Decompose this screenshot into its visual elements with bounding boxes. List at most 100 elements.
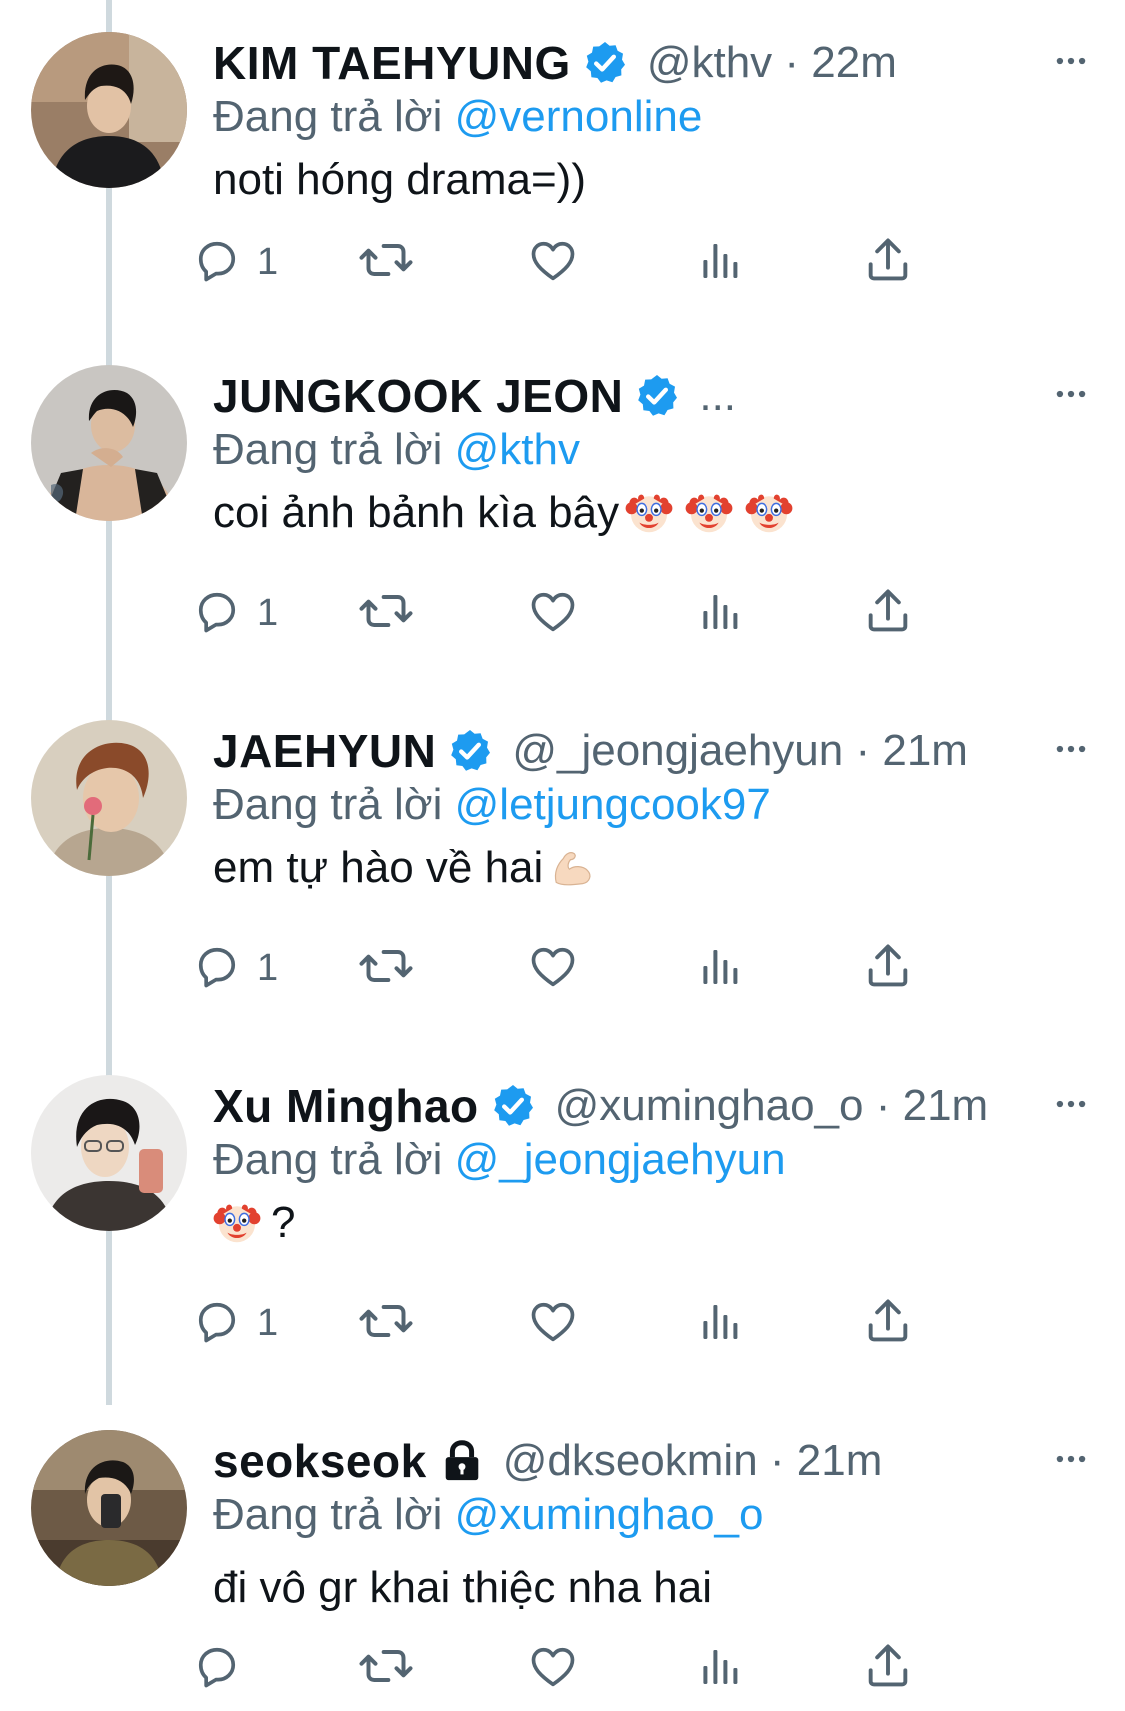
speech-bubble-icon	[191, 1640, 243, 1697]
reply-button[interactable]: 1	[191, 583, 278, 643]
tweet-text: đi vô gr khai thiệc nha hai	[213, 1558, 712, 1618]
avatar[interactable]	[31, 365, 187, 521]
like-button[interactable]	[527, 583, 579, 643]
share-upload-icon	[862, 940, 914, 997]
more-options-button[interactable]	[1051, 716, 1091, 786]
share-button[interactable]	[862, 1638, 914, 1698]
share-upload-icon	[862, 234, 914, 291]
tweet-header: KIM TAEHYUNG @kthv · 22m	[213, 28, 1095, 98]
reply-button[interactable]: 1	[191, 1293, 278, 1353]
avatar[interactable]	[31, 1430, 187, 1586]
views-button[interactable]	[697, 1293, 745, 1353]
retweet-button[interactable]	[358, 583, 414, 643]
bar-chart-icon	[697, 1297, 745, 1350]
verified-badge-icon	[581, 39, 629, 87]
views-button[interactable]	[697, 583, 745, 643]
reply-button[interactable]: 1	[191, 938, 278, 998]
mention-link[interactable]: @_jeongjaehyun	[455, 1135, 786, 1184]
bar-chart-icon	[697, 942, 745, 995]
bar-chart-icon	[697, 1642, 745, 1695]
verified-badge-icon	[489, 1082, 537, 1130]
retweet-button[interactable]	[358, 938, 414, 998]
display-name[interactable]: JUNGKOOK JEON	[213, 369, 623, 423]
like-button[interactable]	[527, 1638, 579, 1698]
tweet-actions: 1	[213, 1293, 1013, 1353]
clown-face-emoji	[213, 1199, 261, 1247]
flexed-biceps-emoji	[549, 844, 597, 892]
share-button[interactable]	[862, 1293, 914, 1353]
tweet-card[interactable]: KIM TAEHYUNG @kthv · 22m Đang trả lời @v…	[0, 0, 1125, 352]
share-button[interactable]	[862, 938, 914, 998]
retweet-button[interactable]	[358, 1638, 414, 1698]
heart-icon	[527, 1295, 579, 1352]
views-button[interactable]	[697, 938, 745, 998]
ellipsis-icon	[1052, 1440, 1090, 1483]
tweet-header: JUNGKOOK JEON ...	[213, 361, 1095, 431]
reply-button[interactable]: 1	[191, 232, 278, 292]
retweet-button[interactable]	[358, 232, 414, 292]
retweet-arrows-icon	[358, 938, 414, 999]
more-options-button[interactable]	[1051, 28, 1091, 98]
more-options-button[interactable]	[1051, 361, 1091, 431]
views-button[interactable]	[697, 232, 745, 292]
replying-to: Đang trả lời @xuminghao_o	[213, 1490, 763, 1540]
avatar[interactable]	[31, 32, 187, 188]
tweet-text-content: noti hóng drama=))	[213, 155, 586, 204]
retweet-arrows-icon	[358, 1293, 414, 1354]
handle-and-time: @xuminghao_o · 21m	[554, 1081, 989, 1130]
replying-to-label: Đang trả lời	[213, 1490, 443, 1539]
like-button[interactable]	[527, 232, 579, 292]
handle-and-time: @dkseokmin · 21m	[502, 1436, 883, 1485]
display-name[interactable]: JAEHYUN	[213, 724, 436, 778]
verified-badge-icon	[633, 372, 681, 420]
reply-count: 1	[257, 946, 279, 989]
handle-and-time: @kthv · 22m	[646, 38, 897, 87]
tweet-card[interactable]: seokseok @dkseokmin · 21m Đang trả lời @…	[0, 1398, 1125, 1711]
clown-face-emoji	[625, 489, 673, 537]
display-name[interactable]: seokseok	[213, 1434, 427, 1488]
replying-to-label: Đang trả lời	[213, 425, 443, 474]
tweet-header: seokseok @dkseokmin · 21m	[213, 1426, 1095, 1496]
retweet-arrows-icon	[358, 232, 414, 293]
display-name[interactable]: KIM TAEHYUNG	[213, 36, 571, 90]
share-upload-icon	[862, 1295, 914, 1352]
replying-to: Đang trả lời @_jeongjaehyun	[213, 1135, 786, 1185]
share-button[interactable]	[862, 232, 914, 292]
avatar[interactable]	[31, 720, 187, 876]
avatar[interactable]	[31, 1075, 187, 1231]
mention-link[interactable]: @xuminghao_o	[455, 1490, 764, 1539]
mention-link[interactable]: @letjungcook97	[455, 780, 771, 829]
retweet-arrows-icon	[358, 1638, 414, 1699]
heart-icon	[527, 1640, 579, 1697]
speech-bubble-icon	[191, 940, 243, 997]
tweet-card[interactable]: JUNGKOOK JEON ... Đang trả lời @kthv coi…	[0, 333, 1125, 685]
like-button[interactable]	[527, 1293, 579, 1353]
lock-icon	[439, 1438, 485, 1484]
more-options-button[interactable]	[1051, 1071, 1091, 1141]
tweet-card[interactable]: JAEHYUN @_jeongjaehyun · 21m Đang trả lờ…	[0, 688, 1125, 1040]
ellipsis-icon	[1052, 42, 1090, 85]
bar-chart-icon	[697, 587, 745, 640]
replying-to: Đang trả lời @letjungcook97	[213, 780, 771, 830]
reply-button[interactable]	[191, 1638, 257, 1698]
clown-face-emoji	[745, 489, 793, 537]
tweet-actions	[213, 1638, 1013, 1698]
display-name[interactable]: Xu Minghao	[213, 1079, 479, 1133]
mention-link[interactable]: @vernonline	[455, 92, 703, 141]
more-options-button[interactable]	[1051, 1426, 1091, 1496]
reply-count: 1	[257, 240, 279, 283]
replying-to-label: Đang trả lời	[213, 92, 443, 141]
tweet-actions: 1	[213, 583, 1013, 643]
bar-chart-icon	[697, 236, 745, 289]
share-button[interactable]	[862, 583, 914, 643]
retweet-button[interactable]	[358, 1293, 414, 1353]
retweet-arrows-icon	[358, 583, 414, 644]
replying-to: Đang trả lời @vernonline	[213, 92, 702, 142]
tweet-header: Xu Minghao @xuminghao_o · 21m	[213, 1071, 1095, 1141]
tweet-actions: 1	[213, 938, 1013, 998]
views-button[interactable]	[697, 1638, 745, 1698]
like-button[interactable]	[527, 938, 579, 998]
tweet-card[interactable]: Xu Minghao @xuminghao_o · 21m Đang trả l…	[0, 1043, 1125, 1395]
mention-link[interactable]: @kthv	[455, 425, 580, 474]
handle-and-time: ...	[699, 371, 737, 420]
